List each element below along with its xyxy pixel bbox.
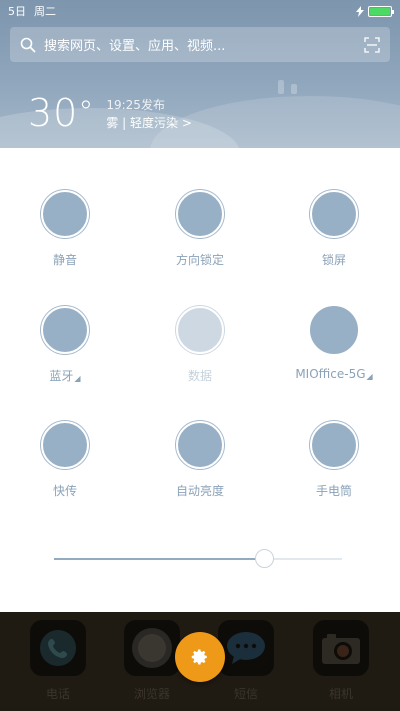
- gear-icon: [191, 649, 207, 665]
- dock-app-label: 浏览器: [133, 687, 170, 701]
- toggle-auto-brightness[interactable]: 自动亮度: [140, 421, 260, 499]
- temperature: 30°: [28, 92, 94, 134]
- toggle-label: 自动亮度: [175, 484, 224, 498]
- toggle-label: 数据: [187, 369, 212, 383]
- flashlight-icon[interactable]: [310, 421, 358, 469]
- dock-app-browser[interactable]: 浏览器: [122, 620, 182, 702]
- dock-app-label: 短信: [233, 687, 258, 701]
- status-bar: 5日 周二: [0, 0, 400, 22]
- auto-brightness-icon[interactable]: [176, 421, 224, 469]
- degree-symbol: °: [78, 95, 95, 130]
- browser-icon[interactable]: [124, 620, 180, 676]
- toggle-label: 方向锁定: [175, 253, 224, 267]
- lock-screen-icon[interactable]: [310, 190, 358, 238]
- weather-header: 5日 周二 搜索网页、设置、应用、视频... 30° 19:25发布 雾 | 轻…: [0, 0, 400, 148]
- tree-decoration: [291, 84, 297, 94]
- expand-caret-icon[interactable]: ◢: [367, 372, 373, 381]
- rotation-lock-icon[interactable]: [176, 190, 224, 238]
- brightness-track-fill: [54, 558, 265, 560]
- charging-icon: [356, 5, 364, 17]
- brightness-thumb[interactable]: [255, 549, 275, 568]
- weather-condition[interactable]: 雾 | 轻度污染 >: [106, 114, 192, 132]
- scan-icon[interactable]: [364, 36, 380, 53]
- dock-app-phone[interactable]: 电话: [28, 620, 88, 702]
- bluetooth-icon[interactable]: [41, 306, 89, 354]
- toggle-bluetooth[interactable]: 蓝牙◢: [5, 306, 125, 384]
- toggle-silent[interactable]: 静音: [5, 190, 125, 268]
- status-weekday: 周二: [34, 5, 56, 18]
- quick-share-icon[interactable]: [41, 421, 89, 469]
- temperature-value: 30: [28, 91, 79, 135]
- tree-decoration: [278, 80, 284, 94]
- toggle-label: 蓝牙◢: [49, 369, 81, 383]
- weather-widget[interactable]: 30° 19:25发布 雾 | 轻度污染 >: [28, 92, 192, 134]
- wifi-icon[interactable]: [310, 306, 358, 354]
- expand-caret-icon[interactable]: ◢: [74, 374, 80, 383]
- dock-app-camera[interactable]: 相机: [311, 620, 371, 702]
- messages-icon[interactable]: [218, 620, 274, 676]
- toggle-label: MIOffice-5G◢: [295, 367, 373, 381]
- toggle-label: 静音: [52, 253, 77, 267]
- toggle-wifi[interactable]: MIOffice-5G◢: [274, 306, 394, 381]
- search-placeholder: 搜索网页、设置、应用、视频...: [44, 39, 226, 54]
- brightness-slider[interactable]: [54, 549, 342, 568]
- weather-publish-time: 19:25发布: [106, 98, 165, 112]
- dock-app-label: 相机: [328, 687, 353, 701]
- search-icon: [20, 37, 36, 52]
- toggle-quick-share[interactable]: 快传: [5, 421, 125, 499]
- toggle-label: 手电筒: [315, 484, 352, 498]
- camera-icon[interactable]: [313, 620, 369, 676]
- battery-icon: [368, 5, 394, 17]
- control-panel: 静音 方向锁定 锁屏 蓝牙◢ 数据 MIOffice-5G◢ 快传 自动亮度 手…: [0, 148, 400, 612]
- toggle-rotation-lock[interactable]: 方向锁定: [140, 190, 260, 268]
- mobile-data-icon[interactable]: [176, 306, 224, 354]
- dock-app-label: 电话: [45, 687, 70, 701]
- toggle-mobile-data[interactable]: 数据: [140, 306, 260, 384]
- phone-icon[interactable]: [30, 620, 86, 676]
- toggle-label: 锁屏: [321, 253, 346, 267]
- silent-icon[interactable]: [41, 190, 89, 238]
- settings-button[interactable]: [175, 632, 225, 682]
- toggle-flashlight[interactable]: 手电筒: [274, 421, 394, 499]
- search-bar[interactable]: 搜索网页、设置、应用、视频...: [10, 27, 390, 62]
- toggle-lock-screen[interactable]: 锁屏: [274, 190, 394, 268]
- status-date: 5日: [8, 5, 26, 18]
- dock-app-messages[interactable]: 短信: [216, 620, 276, 702]
- toggle-label: 快传: [52, 484, 77, 498]
